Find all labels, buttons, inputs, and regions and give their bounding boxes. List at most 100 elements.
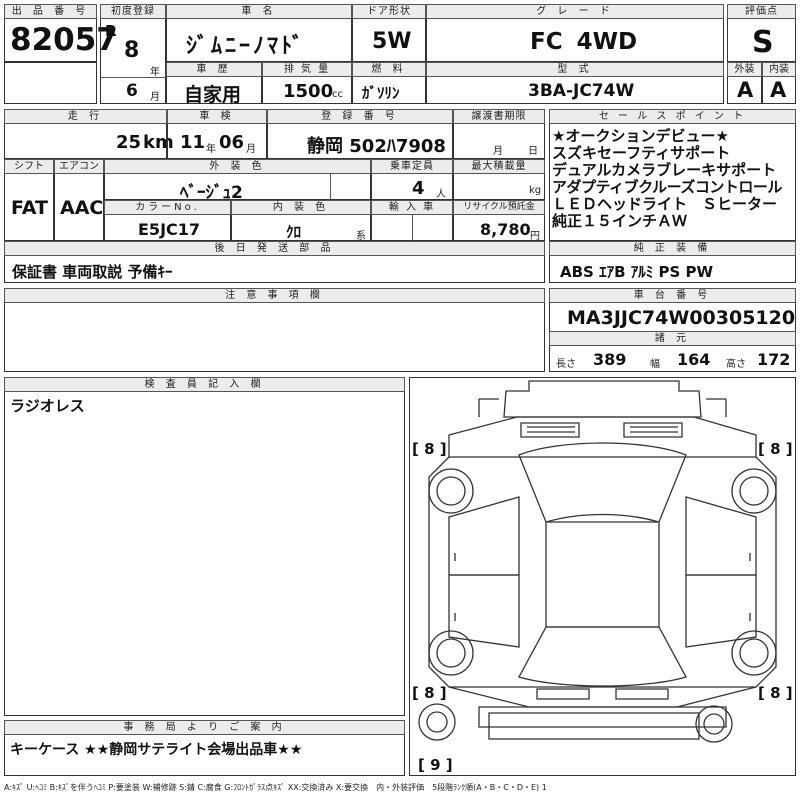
door-left-front xyxy=(448,496,520,576)
headlight-left xyxy=(520,422,580,438)
wheel-front-left xyxy=(428,468,474,514)
exterior-color-label: 外 装 色 xyxy=(104,159,371,174)
color-number: E5JC17 xyxy=(138,220,201,239)
transfer-month-unit: 月 xyxy=(493,146,503,157)
chassis-label: 車 台 番 号 xyxy=(549,288,796,303)
spec-width-label: 幅 xyxy=(650,359,660,370)
first-registration-month: 6 xyxy=(126,81,138,101)
divider xyxy=(412,215,413,241)
rear-lamp-left xyxy=(536,688,590,700)
body-outline xyxy=(428,456,777,688)
divider xyxy=(330,174,331,200)
capacity-label: 乗車定員 xyxy=(371,159,453,174)
diagram-rear-left-score: [ 8 ] xyxy=(412,684,447,702)
rear-bumper xyxy=(478,706,727,728)
inspector-label: 検 査 員 記 入 欄 xyxy=(4,377,405,392)
headlight-right xyxy=(623,422,683,438)
color-no-label: カラーNo. xyxy=(104,200,231,215)
plate-label: 登 録 番 号 xyxy=(267,109,453,124)
sales-points-list: ★オークションデビュー★ スズキセーフティサポート デュアルカメラブレーキサポー… xyxy=(552,128,796,230)
front-bumper-inner xyxy=(478,398,727,417)
inspection-year-unit: 年 xyxy=(206,144,216,155)
specs-label: 諸 元 xyxy=(549,331,796,346)
interior-grade: A xyxy=(770,78,787,102)
rear-step xyxy=(488,712,700,740)
sales-points-label: セ ー ル ス ポ イ ン ト xyxy=(549,109,796,124)
grade-label: グ レ ー ド xyxy=(426,4,724,19)
door-label: ドア形状 xyxy=(352,4,426,19)
model-code: 3BA-JC74W xyxy=(528,81,635,101)
mileage-label: 走 行 xyxy=(4,109,167,124)
interior-color-unit: 系 xyxy=(356,231,366,242)
fuel: ｶﾞｿﾘﾝ xyxy=(362,84,400,102)
door-right-front xyxy=(685,496,757,576)
sales-point-line: アダプティブクルーズコントロール xyxy=(552,178,782,196)
max-load-label: 最大積載量 xyxy=(453,159,545,174)
interior-color: ｸﾛ xyxy=(286,223,302,241)
aircon-label: エアコン xyxy=(54,159,104,174)
wheel-front-right xyxy=(731,468,777,514)
exterior-grade: A xyxy=(737,78,754,102)
sales-point-line: 純正１５インチＡＷ xyxy=(552,212,688,230)
displacement: 1500 xyxy=(283,81,334,102)
displacement-unit: cc xyxy=(332,89,343,100)
wheel-rear-right-inner xyxy=(739,638,769,668)
exterior-label: 外装 xyxy=(727,62,762,77)
diagram-front-left-score: [ 8 ] xyxy=(412,440,447,458)
plate-number: 静岡 502ﾊ7908 xyxy=(307,136,446,157)
spare-tire-inner xyxy=(426,711,448,733)
door-right-rear xyxy=(685,574,757,648)
shift-label: シフト xyxy=(4,159,54,174)
front-bumper xyxy=(503,380,702,418)
wheel-front-left-inner xyxy=(436,476,466,506)
first-registration-month-unit: 月 xyxy=(150,92,160,103)
rear-lamp-right xyxy=(615,688,669,700)
capacity-unit: 人 xyxy=(436,189,446,200)
rear-window xyxy=(518,626,687,687)
recycle-fee: 8,780 xyxy=(480,220,531,239)
inspector-cell xyxy=(4,377,405,716)
mileage: 25 xyxy=(116,132,142,153)
transfer-label: 譲渡書期限 xyxy=(453,109,545,124)
interior-color-label: 内 装 色 xyxy=(231,200,371,215)
spec-width: 164 xyxy=(677,350,711,369)
diagram-front-right-score: [ 8 ] xyxy=(758,440,793,458)
recycle-unit: 円 xyxy=(530,231,540,242)
recycle-label: リサイクル預託金 xyxy=(453,200,545,215)
chassis-number: MA3JJC74W00305120 xyxy=(567,307,796,329)
office-note: キーケース ★★静岡サテライト会場出品車★★ xyxy=(10,742,303,758)
accessories-label: 後 日 発 送 部 品 xyxy=(4,241,545,256)
displacement-label: 排 気 量 xyxy=(262,62,352,77)
hood xyxy=(448,416,757,458)
diagram-rear-right-score: [ 8 ] xyxy=(758,684,793,702)
spare-tire-right-inner xyxy=(703,713,725,735)
aircon: AAC xyxy=(60,197,104,219)
rear-panel xyxy=(448,686,757,708)
lot-number-lower-cell xyxy=(4,62,97,104)
equipment: ABS ｴｱB ｱﾙﾐ PS PW xyxy=(560,263,714,281)
car-name-label: 車 名 xyxy=(166,4,352,19)
transfer-day-unit: 日 xyxy=(528,146,538,157)
score: S xyxy=(752,25,774,60)
score-label: 評価点 xyxy=(727,4,796,19)
history-label: 車 歴 xyxy=(166,62,262,77)
spec-height-label: 高さ xyxy=(726,359,746,370)
grade: FC 4WD xyxy=(530,29,638,55)
first-registration-year-unit: 年 xyxy=(150,67,160,78)
inspection-month: 06 xyxy=(219,132,245,153)
car-name: ｼﾞﾑﾆｰﾉﾏﾄﾞ xyxy=(186,34,307,59)
wheel-rear-left-inner xyxy=(436,638,466,668)
max-load-unit: kg xyxy=(529,185,542,196)
windshield xyxy=(518,442,687,523)
capacity: 4 xyxy=(412,178,425,199)
import-label: 輸 入 車 xyxy=(371,200,453,215)
equipment-label: 純 正 装 備 xyxy=(549,241,796,256)
first-registration-label: 初度登録 xyxy=(100,4,166,19)
model-code-label: 型 式 xyxy=(426,62,724,77)
car-diagram xyxy=(418,380,777,743)
door-type: 5W xyxy=(372,29,412,54)
first-registration-era: R xyxy=(105,22,117,40)
legend: A:ｷｽﾞ U:ﾍｺﾐ B:ｷｽﾞを伴うﾍｺﾐ P:要塗装 W:補修跡 S:錆 … xyxy=(4,783,547,792)
accessories: 保証書 車両取説 予備ｷｰ xyxy=(12,263,173,281)
divider xyxy=(100,77,166,78)
